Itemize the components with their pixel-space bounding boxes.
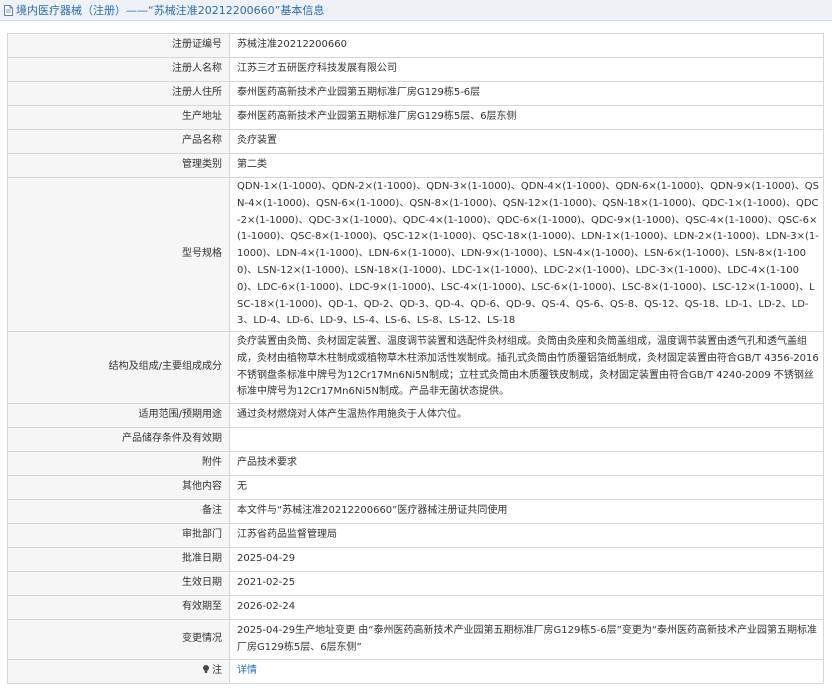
table-row: 型号规格 QDN-1×(1-1000)、QDN-2×(1-1000)、QDN-3… xyxy=(7,176,824,333)
label-effective-date: 生效日期 xyxy=(7,571,230,597)
page-title: 境内医疗器械（注册）——“苏械注准20212200660”基本信息 xyxy=(16,4,325,17)
label-registrant: 注册人名称 xyxy=(7,57,230,82)
value-category: 第二类 xyxy=(229,153,824,178)
page-header: 境内医疗器械（注册）——“苏械注准20212200660”基本信息 xyxy=(0,0,832,21)
table-row: 结构及组成/主要组成成分 灸疗装置由灸筒、灸材固定装置、温度调节装置和选配件灸材… xyxy=(7,331,824,405)
value-note-cell: 详情 xyxy=(229,659,824,685)
label-category: 管理类别 xyxy=(7,153,230,178)
table-row: 产品名称 灸疗装置 xyxy=(7,129,824,154)
table-row: 其他内容 无 xyxy=(7,475,824,501)
value-registrant: 江苏三才五研医疗科技发展有限公司 xyxy=(229,57,824,82)
table-row: 附件 产品技术要求 xyxy=(7,451,824,477)
table-row: 管理类别 第二类 xyxy=(7,153,824,178)
detail-table: 注册证编号 苏械注准20212200660 注册人名称 江苏三才五研医疗科技发展… xyxy=(7,33,824,685)
label-note: 注 xyxy=(212,665,222,677)
table-row: 备注 本文件与“苏械注准20212200660”医疗器械注册证共同使用 xyxy=(7,499,824,525)
label-product-name: 产品名称 xyxy=(7,129,230,154)
label-production-address: 生产地址 xyxy=(7,105,230,130)
value-models: QDN-1×(1-1000)、QDN-2×(1-1000)、QDN-3×(1-1… xyxy=(229,176,824,333)
value-attachment: 产品技术要求 xyxy=(229,451,824,477)
table-row: 审批部门 江苏省药品监督管理局 xyxy=(7,523,824,549)
label-note-cell: 注 xyxy=(7,659,230,685)
label-models: 型号规格 xyxy=(7,176,230,333)
value-product-name: 灸疗装置 xyxy=(229,129,824,154)
label-attachment: 附件 xyxy=(7,451,230,477)
label-other: 其他内容 xyxy=(7,475,230,501)
table-row: 生效日期 2021-02-25 xyxy=(7,571,824,597)
table-row: 生产地址 泰州医药高新技术产业园第五期标准厂房G129栋5层、6层东侧 xyxy=(7,105,824,130)
label-scope: 适用范围/预期用途 xyxy=(7,403,230,429)
table-row: 适用范围/预期用途 通过灸材燃烧对人体产生温热作用施灸于人体穴位。 xyxy=(7,403,824,429)
label-structure: 结构及组成/主要组成成分 xyxy=(7,331,230,405)
label-changes: 变更情况 xyxy=(7,619,230,661)
value-scope: 通过灸材燃烧对人体产生温热作用施灸于人体穴位。 xyxy=(229,403,824,429)
table-row: 注册人名称 江苏三才五研医疗科技发展有限公司 xyxy=(7,57,824,82)
table-row: 产品储存条件及有效期 xyxy=(7,427,824,453)
table-row: 注册证编号 苏械注准20212200660 xyxy=(7,33,824,58)
value-department: 江苏省药品监督管理局 xyxy=(229,523,824,549)
value-production-address: 泰州医药高新技术产业园第五期标准厂房G129栋5层、6层东侧 xyxy=(229,105,824,130)
value-storage xyxy=(229,427,824,453)
value-registrant-address: 泰州医药高新技术产业园第五期标准厂房G129栋5-6层 xyxy=(229,81,824,106)
value-structure: 灸疗装置由灸筒、灸材固定装置、温度调节装置和选配件灸材组成。灸筒由灸座和灸筒盖组… xyxy=(229,331,824,405)
table-row: 注册人住所 泰州医药高新技术产业园第五期标准厂房G129栋5-6层 xyxy=(7,81,824,106)
table-row: 有效期至 2026-02-24 xyxy=(7,595,824,621)
value-expiry-date: 2026-02-24 xyxy=(229,595,824,621)
value-approve-date: 2025-04-29 xyxy=(229,547,824,573)
value-other: 无 xyxy=(229,475,824,501)
label-expiry-date: 有效期至 xyxy=(7,595,230,621)
value-effective-date: 2021-02-25 xyxy=(229,571,824,597)
label-remark: 备注 xyxy=(7,499,230,525)
label-storage: 产品储存条件及有效期 xyxy=(7,427,230,453)
label-reg-no: 注册证编号 xyxy=(7,33,230,58)
value-changes: 2025-04-29生产地址变更 由“泰州医药高新技术产业园第五期标准厂房G12… xyxy=(229,619,824,661)
table-row: 批准日期 2025-04-29 xyxy=(7,547,824,573)
value-reg-no: 苏械注准20212200660 xyxy=(229,33,824,58)
label-registrant-address: 注册人住所 xyxy=(7,81,230,106)
document-icon xyxy=(4,4,13,16)
table-row: 变更情况 2025-04-29生产地址变更 由“泰州医药高新技术产业园第五期标准… xyxy=(7,619,824,661)
details-link[interactable]: 详情 xyxy=(237,665,257,676)
label-department: 审批部门 xyxy=(7,523,230,549)
label-approve-date: 批准日期 xyxy=(7,547,230,573)
value-remark: 本文件与“苏械注准20212200660”医疗器械注册证共同使用 xyxy=(229,499,824,525)
lightbulb-icon xyxy=(201,664,211,674)
table-row: 注 详情 xyxy=(7,659,824,685)
